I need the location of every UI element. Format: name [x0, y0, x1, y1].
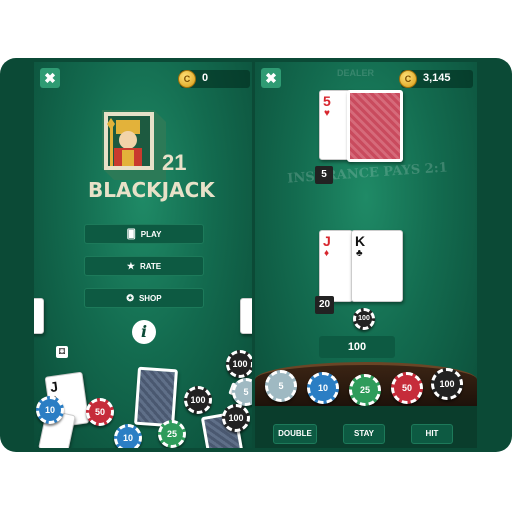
shop-label: SHOP — [138, 293, 162, 303]
player-card: J ♦ — [319, 230, 353, 302]
chip: 100 — [226, 350, 252, 378]
dice-icon: ⚃ — [56, 346, 68, 358]
coin-balance: C 3,145 — [399, 70, 473, 88]
coin-balance-value: 0 — [202, 72, 209, 84]
card-rank: 5 — [323, 93, 331, 109]
action-bar: DOUBLE STAY HIT — [255, 406, 477, 448]
player-score: 20 — [315, 296, 335, 314]
bet-chip: 100 — [353, 308, 375, 330]
card-rank: J — [48, 378, 59, 396]
player-card: K ♣ — [351, 230, 403, 302]
double-button[interactable]: DOUBLE — [273, 424, 317, 444]
diamond-icon: ♦ — [324, 248, 330, 259]
chip: 25 — [158, 420, 186, 448]
club-icon: ♣ — [356, 248, 363, 259]
coin-balance: C 0 — [178, 70, 250, 88]
app-frame: ✖ C 0 21 BLACKJACK 🂠 PLAY ★ RATE ✪ SHOP … — [0, 58, 512, 452]
chip-10[interactable]: 10 — [307, 372, 339, 404]
dealer-hole-card — [347, 90, 403, 162]
coin-balance-value: 3,145 — [423, 72, 451, 84]
dealer-label: DEALER — [337, 68, 375, 78]
info-icon[interactable]: i — [132, 320, 156, 344]
star-icon: ★ — [126, 260, 135, 271]
rate-button[interactable]: ★ RATE — [84, 256, 204, 276]
chip: 10 — [36, 396, 64, 424]
card-rank: J — [323, 233, 331, 249]
chip-5[interactable]: 5 — [265, 370, 297, 402]
close-button[interactable]: ✖ — [40, 68, 60, 88]
logo-title: BLACKJACK — [88, 178, 215, 202]
chip: 100 — [184, 386, 212, 414]
main-menu-screen: ✖ C 0 21 BLACKJACK 🂠 PLAY ★ RATE ✪ SHOP … — [34, 62, 252, 448]
coin-icon: C — [178, 70, 196, 88]
cards-icon: 🂠 — [126, 228, 136, 239]
heart-icon: ♥ — [324, 108, 330, 119]
chip-50[interactable]: 50 — [391, 372, 423, 404]
play-button[interactable]: 🂠 PLAY — [84, 224, 204, 244]
chip-100[interactable]: 100 — [431, 368, 463, 400]
chip: 10 — [114, 424, 142, 448]
close-button[interactable]: ✖ — [261, 68, 281, 88]
hit-button[interactable]: HIT — [411, 424, 453, 444]
chip-icon: ✪ — [126, 292, 134, 303]
chip: 100 — [222, 404, 250, 432]
chip-25[interactable]: 25 — [349, 374, 381, 406]
insurance-banner: INSURANCE PAYS 2:1 — [286, 160, 449, 187]
logo-number: 21 — [162, 150, 187, 175]
bet-amount: 100 — [319, 336, 395, 358]
chip: 5 — [232, 378, 252, 406]
shop-button[interactable]: ✪ SHOP — [84, 288, 204, 308]
decor-card — [34, 298, 44, 334]
decor-card — [240, 298, 252, 334]
play-label: PLAY — [140, 229, 162, 239]
decor-card-back — [134, 366, 178, 428]
card-rank: K — [355, 233, 366, 249]
game-table-screen: ✖ C 3,145 DEALER INSURANCE PAYS 2:1 5 ♥ … — [255, 62, 477, 448]
rate-label: RATE — [139, 261, 162, 271]
chip: 50 — [86, 398, 114, 426]
dealer-score: 5 — [315, 166, 333, 184]
stay-button[interactable]: STAY — [343, 424, 385, 444]
coin-icon: C — [399, 70, 417, 88]
